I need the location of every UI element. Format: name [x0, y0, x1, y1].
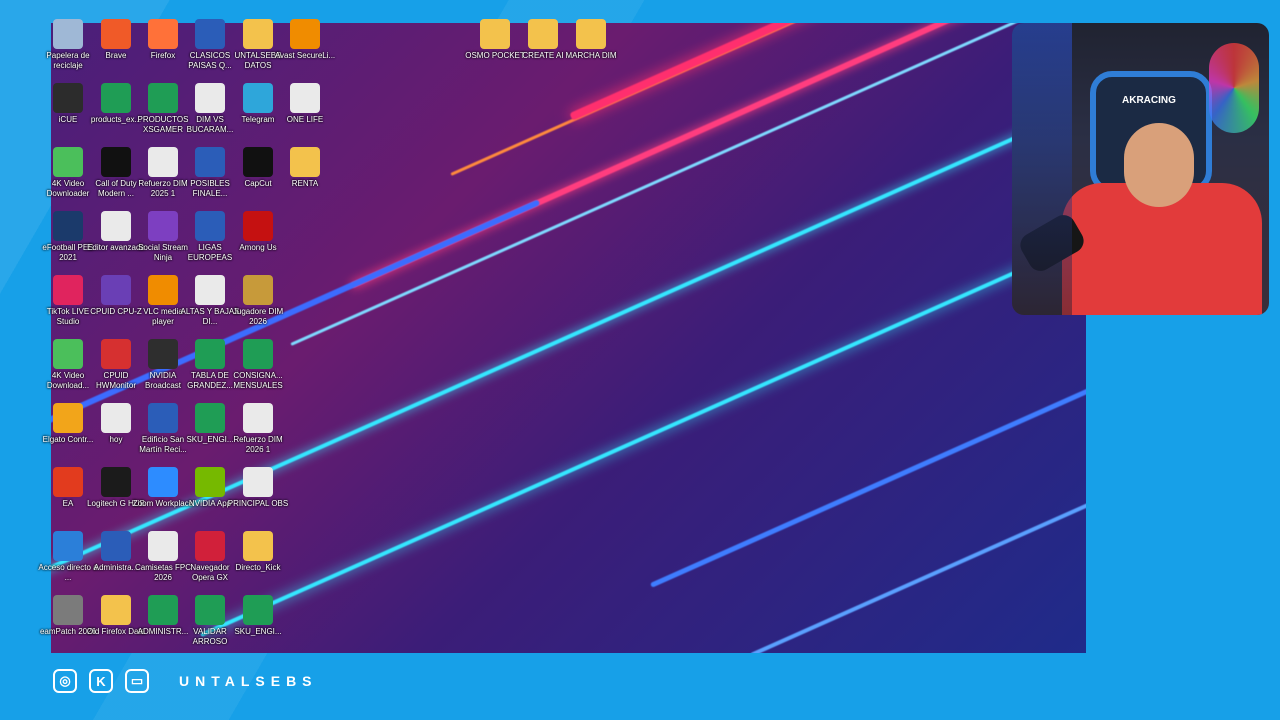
excel-icon	[243, 595, 273, 625]
desktop-icon[interactable]: Directo_Kick	[227, 531, 289, 593]
webcam-overlay: AKRACING	[1012, 23, 1269, 315]
desktop-icon-label: Avast SecureLi...	[274, 51, 336, 60]
desktop-icon[interactable]: PRINCIPAL OBS	[227, 467, 289, 529]
folder-zip-icon	[243, 531, 273, 561]
instagram-icon[interactable]: ◎	[53, 669, 77, 693]
file-icon	[148, 531, 178, 561]
desktop-icon[interactable]: ONE LIFE	[274, 83, 336, 145]
vlc-icon	[148, 275, 178, 305]
ea-icon	[53, 467, 83, 497]
twitch-icon[interactable]: ▭	[125, 669, 149, 693]
desktop-icon-label: SKU_ENGI...	[234, 627, 282, 636]
person-head	[1124, 123, 1194, 207]
telegram-icon	[243, 83, 273, 113]
light-left	[1012, 23, 1072, 315]
desktop-icon-label: MARCHA DIM	[565, 51, 617, 60]
recycle-bin-icon	[53, 19, 83, 49]
hwmonitor-icon	[101, 339, 131, 369]
desktop-icon-label: Directo_Kick	[235, 563, 281, 572]
file-icon	[243, 403, 273, 433]
desktop-icon[interactable]: Refuerzo DIM 2026 1	[227, 403, 289, 465]
channel-handle: UNTALSEBS	[179, 673, 318, 689]
cod-icon	[101, 147, 131, 177]
folder-icon	[290, 147, 320, 177]
json-icon	[243, 467, 273, 497]
among-us-icon	[243, 211, 273, 241]
ninja-icon	[148, 211, 178, 241]
tiktok-icon	[53, 275, 83, 305]
word-icon	[195, 19, 225, 49]
desktop-icon-label: RENTA	[291, 179, 319, 188]
desktop-icon-label: Jugadore DIM 2026	[232, 307, 284, 326]
desktop-icon-label: ONE LIFE	[286, 115, 324, 124]
desktop-icon[interactable]: SKU_ENGI...	[227, 595, 289, 657]
opera-icon	[195, 531, 225, 561]
desktop-icon[interactable]: MARCHA DIM	[560, 19, 622, 81]
nvidia-icon	[148, 339, 178, 369]
icue-icon	[53, 83, 83, 113]
word-icon	[101, 531, 131, 561]
desktop-icon-label: Among Us	[239, 243, 277, 252]
file-icon	[101, 403, 131, 433]
archive-icon	[243, 275, 273, 305]
desktop-icon[interactable]: RENTA	[274, 147, 336, 209]
nvidia-app-icon	[195, 467, 225, 497]
word-icon	[195, 147, 225, 177]
kick-icon[interactable]: K	[89, 669, 113, 693]
excel-icon	[148, 595, 178, 625]
file-icon	[101, 211, 131, 241]
excel-icon	[148, 83, 178, 113]
elgato-icon	[53, 403, 83, 433]
file-icon	[195, 83, 225, 113]
chrome-doc-icon	[290, 83, 320, 113]
desktop-icon-label: PRINCIPAL OBS	[227, 499, 289, 508]
capcut-icon	[243, 147, 273, 177]
folder-icon	[101, 595, 131, 625]
download-cloud-icon	[53, 339, 83, 369]
desktop-icon[interactable]: Jugadore DIM 2026	[227, 275, 289, 337]
fan-right	[1209, 43, 1259, 133]
folder-icon	[528, 19, 558, 49]
excel-icon	[195, 403, 225, 433]
excel-icon	[195, 595, 225, 625]
folder-icon	[576, 19, 606, 49]
file-icon	[148, 147, 178, 177]
desktop-icon[interactable]: CONSIGNA... MENSUALES	[227, 339, 289, 401]
folder-icon	[480, 19, 510, 49]
download-cloud-icon	[53, 147, 83, 177]
desktop-icon[interactable]: Among Us	[227, 211, 289, 273]
lock-icon	[290, 19, 320, 49]
file-icon	[195, 275, 225, 305]
firefox-icon	[148, 19, 178, 49]
desktop-icon-label: CONSIGNA... MENSUALES	[233, 371, 283, 390]
desktop-icon-label: Refuerzo DIM 2026 1	[233, 435, 283, 454]
stream-footer: ◎ K ▭ UNTALSEBS	[53, 668, 318, 694]
cpuz-icon	[101, 275, 131, 305]
chair-brand: AKRACING	[1122, 95, 1176, 106]
onedrive-icon	[53, 531, 83, 561]
excel-icon	[101, 83, 131, 113]
zoom-icon	[148, 467, 178, 497]
patch-icon	[53, 595, 83, 625]
logitech-icon	[101, 467, 131, 497]
excel-icon	[243, 339, 273, 369]
desktop-icon[interactable]: Avast SecureLi...	[274, 19, 336, 81]
folder-icon	[243, 19, 273, 49]
word-icon	[195, 211, 225, 241]
word-icon	[148, 403, 178, 433]
pes-icon	[53, 211, 83, 241]
excel-icon	[195, 339, 225, 369]
brave-icon	[101, 19, 131, 49]
